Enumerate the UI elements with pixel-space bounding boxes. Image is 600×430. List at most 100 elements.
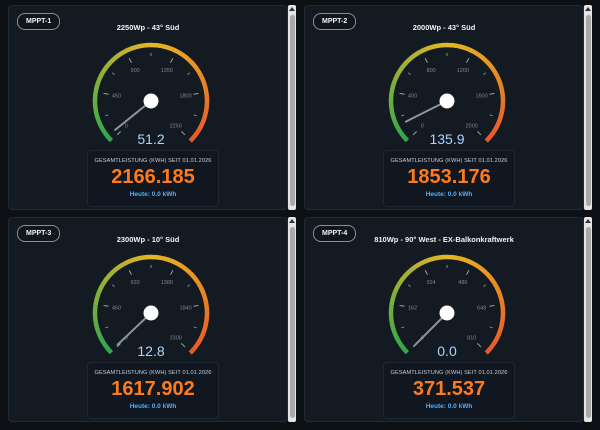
scroll-thumb[interactable] — [585, 15, 591, 206]
gauge-arc-segment — [392, 121, 400, 128]
gauge-arc-segment — [141, 254, 148, 260]
gauge-arc-segment — [194, 341, 201, 348]
today-energy: Heute: 0.0 kWh — [129, 191, 177, 198]
gauge-arc-segment — [200, 117, 207, 124]
gauge-tick-label: 2000 — [466, 124, 478, 130]
gauge-arc-segment — [390, 112, 396, 120]
gauge-arc-segment — [394, 336, 402, 344]
scroll-up-arrow-icon[interactable] — [289, 7, 295, 11]
gauge-arc-segment — [196, 337, 203, 344]
gauge-arc-segment — [390, 294, 397, 301]
gauge-arc-segment — [113, 265, 120, 273]
gauge-arc-segment — [487, 132, 495, 140]
gauge-tick — [399, 304, 405, 307]
gauge-arc-segment — [399, 132, 407, 139]
gauge-arc-segment — [103, 62, 111, 70]
gauge-arc-segment — [494, 286, 502, 293]
gauge-tick — [477, 343, 482, 348]
scroll-up-arrow-icon[interactable] — [289, 219, 295, 223]
gauge-arc-segment — [497, 113, 504, 120]
total-energy-panel: GESAMTLEISTUNG (KWH) SEIT 01.01.2026 185… — [383, 150, 515, 207]
scrollbar[interactable] — [288, 5, 296, 210]
gauge-tick-label: 1380 — [161, 280, 173, 286]
scrollbar[interactable] — [584, 5, 592, 210]
gauge-arc-segment — [391, 78, 398, 85]
gauge-arc-segment — [132, 44, 140, 50]
gauge-arc-segment — [388, 316, 394, 323]
gauge-tick — [111, 284, 115, 287]
gauge-arc-segment — [494, 121, 501, 128]
gauge-arc-segment — [93, 298, 99, 305]
gauge-arc-segment — [498, 82, 504, 90]
scrollbar[interactable] — [288, 217, 296, 422]
scrollbar[interactable] — [584, 217, 592, 422]
gauge-arc-segment — [490, 66, 497, 74]
gauge-arc-segment — [106, 59, 114, 67]
gauge-arc-segment — [191, 275, 199, 282]
gauge-arc-segment — [109, 268, 117, 276]
gauge-arc-segment — [167, 257, 174, 264]
gauge-tick — [193, 114, 197, 117]
gauge-arc-segment — [203, 109, 209, 116]
gauge-arc-segment — [194, 129, 201, 136]
gauge-tick — [105, 326, 109, 329]
gauge-arc-segment — [200, 78, 207, 85]
scroll-up-arrow-icon[interactable] — [585, 7, 591, 11]
gauge-tick-label: 920 — [131, 280, 140, 286]
gauge-arc-segment — [467, 259, 474, 266]
gauge-arc-segment — [496, 290, 503, 297]
gauge-arc-segment — [93, 320, 99, 327]
gauge-arc-segment — [93, 86, 99, 93]
gauge-arc-segment — [182, 265, 190, 273]
gauge-arc-segment — [471, 261, 478, 268]
gauge-arc-segment — [399, 274, 407, 282]
gauge-arc-segment — [490, 341, 497, 348]
gauge-arc-segment — [402, 135, 410, 143]
gauge-arc-segment — [96, 121, 104, 128]
total-energy-value: 371.537 — [412, 378, 486, 400]
gauge-arc-segment — [455, 43, 462, 49]
gauge-arc-segment — [475, 263, 482, 270]
gauge-arc-segment — [196, 70, 204, 78]
gauge-arc-segment — [402, 347, 410, 355]
gauge-arc-segment — [416, 48, 424, 56]
gauge-needle-hub — [439, 305, 455, 321]
gauge-arc-segment — [106, 271, 114, 279]
gauge-arc-segment — [171, 259, 178, 266]
gauge-arc-segment — [499, 87, 505, 94]
gauge-arc-segment — [188, 59, 196, 67]
gauge-arc-segment — [499, 317, 506, 323]
gauge-arc-segment — [497, 325, 504, 332]
gauge-arc-segment — [416, 260, 424, 268]
gauge-arc-segment — [196, 282, 204, 290]
scroll-up-arrow-icon[interactable] — [585, 219, 591, 223]
gauge-arc-segment — [203, 87, 209, 94]
gauge-arc-segment — [397, 340, 404, 348]
gauge-arc-segment — [95, 329, 102, 336]
gauge-tick — [489, 114, 493, 117]
total-energy-value: 1617.902 — [111, 378, 195, 400]
scroll-thumb[interactable] — [289, 227, 295, 418]
gauge-arc-segment — [92, 316, 98, 323]
gauge-arc-segment — [97, 286, 104, 293]
gauge-tick-label: 162 — [408, 306, 417, 312]
gauge-arc-segment — [120, 48, 128, 56]
scroll-thumb[interactable] — [289, 15, 295, 206]
gauge-arc-segment — [389, 108, 395, 115]
gauge-tick-label: 486 — [458, 280, 467, 286]
gauge-arc-segment — [179, 51, 186, 58]
gauge-tick — [103, 92, 109, 95]
gauge-arc-segment — [200, 290, 207, 297]
gauge-arc-segment — [185, 268, 193, 276]
gauge-arc-segment — [204, 303, 210, 310]
gauge-tick-label: 1840 — [179, 306, 191, 312]
gauge-tick-label: 900 — [131, 68, 140, 74]
gauge-tick-label: 1800 — [179, 94, 191, 100]
gauge-arc-segment — [394, 124, 402, 132]
gauge-arc-segment — [487, 275, 495, 282]
mppt-4-card: MPPT-4 810Wp - 90° West - EX-Balkonkraft… — [304, 217, 584, 422]
scroll-thumb[interactable] — [585, 227, 591, 418]
total-energy-panel: GESAMTLEISTUNG (KWH) SEIT 01.01.2026 161… — [87, 362, 219, 419]
gauge-arc-segment — [202, 294, 208, 302]
gauge-tick-label: 1350 — [161, 68, 173, 74]
